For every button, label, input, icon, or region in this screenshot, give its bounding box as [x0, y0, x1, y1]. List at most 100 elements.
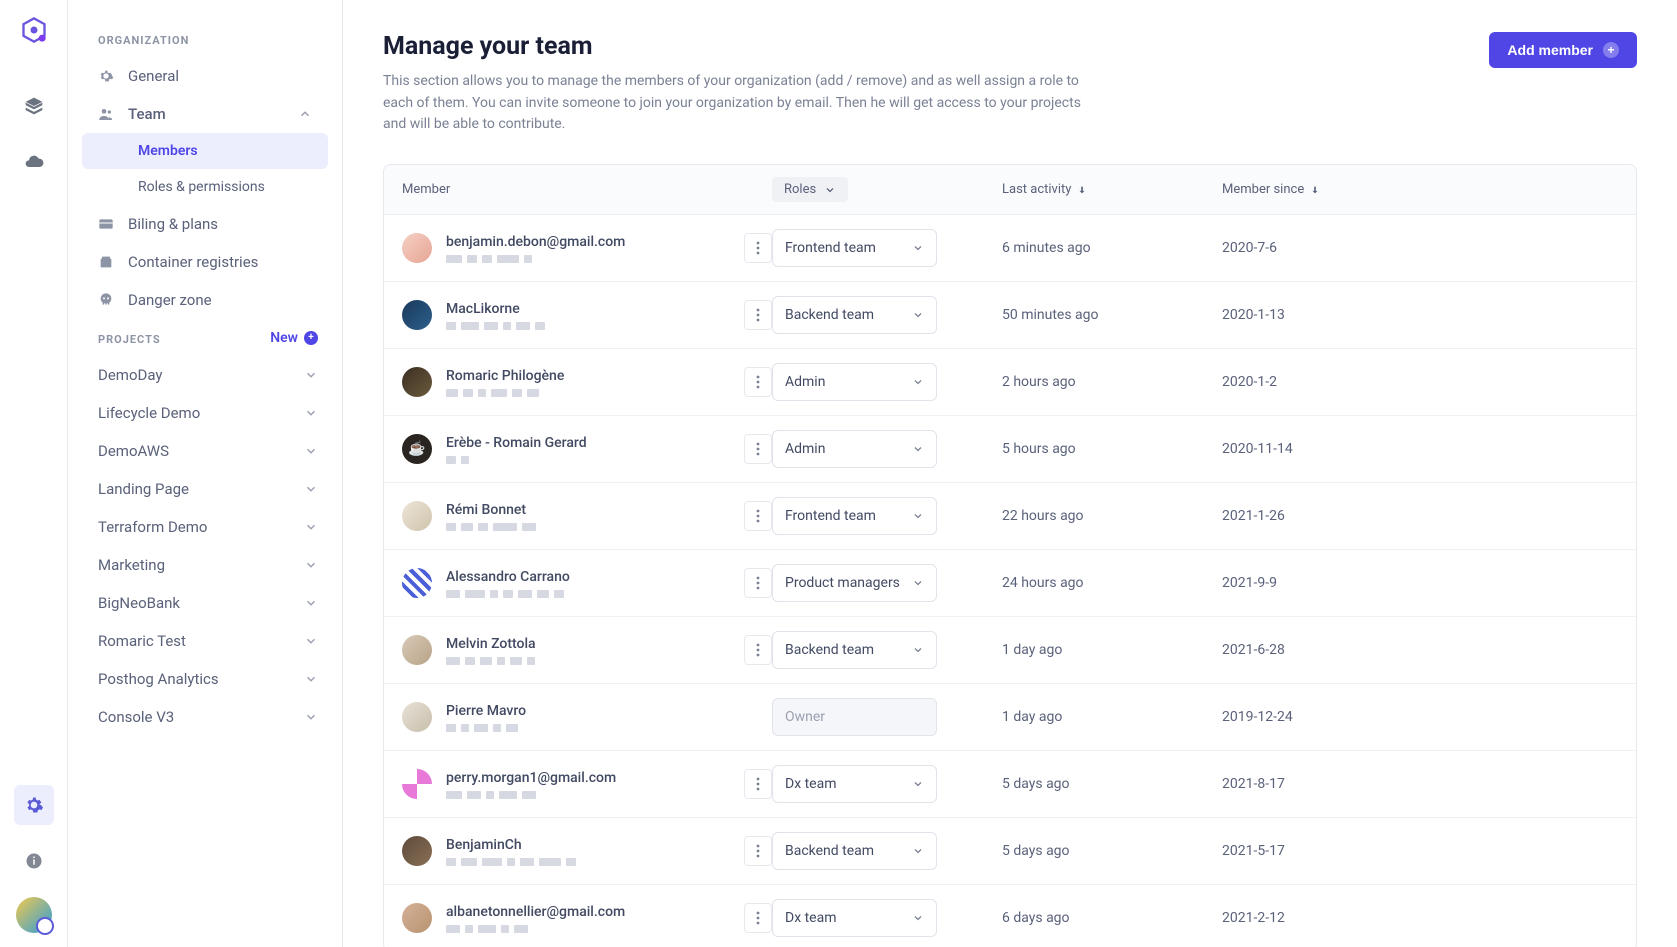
project-item[interactable]: Posthog Analytics [68, 660, 342, 698]
last-activity: 6 days ago [1002, 910, 1222, 926]
role-select[interactable]: Dx team [772, 765, 937, 803]
chevron-down-icon [912, 242, 924, 254]
new-project-button[interactable]: New + [270, 330, 318, 346]
member-actions-button[interactable] [744, 903, 772, 933]
obscured-detail [446, 456, 730, 464]
members-table: Member Roles Last activity Member sinc [383, 164, 1637, 947]
project-item[interactable]: Lifecycle Demo [68, 394, 342, 432]
role-label: Frontend team [785, 508, 876, 524]
last-activity: 2 hours ago [1002, 374, 1222, 390]
arrow-down-icon [1310, 185, 1320, 195]
chevron-down-icon [304, 634, 318, 648]
sidebar-item-billing[interactable]: Biling & plans [68, 205, 342, 243]
page-description: This section allows you to manage the me… [383, 71, 1083, 136]
project-item[interactable]: Marketing [68, 546, 342, 584]
role-label: Frontend team [785, 240, 876, 256]
roles-filter-button[interactable]: Roles [772, 177, 848, 202]
chevron-down-icon [912, 778, 924, 790]
table-row: BenjaminCh Backend team 5 days ago 2021-… [384, 818, 1636, 885]
project-item[interactable]: Romaric Test [68, 622, 342, 660]
layers-icon[interactable] [14, 86, 54, 126]
project-item[interactable]: Terraform Demo [68, 508, 342, 546]
info-icon[interactable] [14, 841, 54, 881]
add-member-button[interactable]: Add member + [1489, 32, 1637, 68]
org-section-title: ORGANIZATION [68, 20, 342, 57]
chevron-down-icon [304, 368, 318, 382]
chevron-down-icon [912, 443, 924, 455]
chevron-down-icon [304, 558, 318, 572]
project-name: BigNeoBank [98, 594, 180, 612]
card-icon [98, 216, 116, 232]
member-actions-button[interactable] [744, 367, 772, 397]
member-name: benjamin.debon@gmail.com [446, 234, 730, 250]
obscured-detail [446, 322, 730, 330]
role-label: Backend team [785, 307, 874, 323]
project-name: Console V3 [98, 708, 174, 726]
last-activity: 5 days ago [1002, 843, 1222, 859]
settings-icon[interactable] [14, 785, 54, 825]
member-avatar: ☕ [402, 434, 432, 464]
role-select[interactable]: Frontend team [772, 497, 937, 535]
chevron-down-icon [912, 510, 924, 522]
member-avatar [402, 568, 432, 598]
sidebar-item-general[interactable]: General [68, 57, 342, 95]
member-actions-button[interactable] [744, 568, 772, 598]
project-item[interactable]: DemoDay [68, 356, 342, 394]
last-activity: 24 hours ago [1002, 575, 1222, 591]
sort-activity[interactable]: Last activity [1002, 182, 1087, 197]
role-owner-badge: Owner [772, 698, 937, 736]
sort-since[interactable]: Member since [1222, 182, 1320, 197]
dots-vertical-icon [756, 509, 760, 523]
new-label: New [270, 330, 298, 346]
obscured-detail [446, 389, 730, 397]
cloud-icon[interactable] [14, 142, 54, 182]
sidebar-subitem-members[interactable]: Members [82, 133, 328, 169]
sidebar-item-label: Danger zone [128, 291, 212, 309]
role-label: Dx team [785, 910, 837, 926]
member-actions-button[interactable] [744, 300, 772, 330]
project-item[interactable]: Console V3 [68, 698, 342, 736]
role-select[interactable]: Dx team [772, 899, 937, 937]
dots-vertical-icon [756, 844, 760, 858]
member-since: 2021-1-26 [1222, 508, 1618, 524]
role-select[interactable]: Admin [772, 430, 937, 468]
role-select[interactable]: Frontend team [772, 229, 937, 267]
role-select[interactable]: Admin [772, 363, 937, 401]
sidebar-item-team[interactable]: Team [68, 95, 342, 133]
people-icon [98, 106, 116, 122]
box-icon [98, 254, 116, 270]
sidebar-item-danger[interactable]: Danger zone [68, 281, 342, 319]
role-select[interactable]: Product managers [772, 564, 937, 602]
member-since: 2019-12-24 [1222, 709, 1618, 725]
member-actions-button[interactable] [744, 501, 772, 531]
obscured-detail [446, 523, 730, 531]
project-item[interactable]: BigNeoBank [68, 584, 342, 622]
role-label: Admin [785, 441, 825, 457]
obscured-detail [446, 858, 730, 866]
sidebar-subitem-roles[interactable]: Roles & permissions [82, 169, 328, 205]
chevron-down-icon [912, 912, 924, 924]
project-item[interactable]: Landing Page [68, 470, 342, 508]
chevron-down-icon [304, 672, 318, 686]
member-actions-button[interactable] [744, 434, 772, 464]
member-actions-button[interactable] [744, 769, 772, 799]
member-since: 2021-5-17 [1222, 843, 1618, 859]
sidebar-item-label: Container registries [128, 253, 258, 271]
sidebar-item-registries[interactable]: Container registries [68, 243, 342, 281]
logo[interactable] [18, 14, 50, 46]
dots-vertical-icon [756, 442, 760, 456]
role-select[interactable]: Backend team [772, 832, 937, 870]
user-avatar[interactable] [16, 897, 52, 933]
last-activity: 22 hours ago [1002, 508, 1222, 524]
chevron-down-icon [304, 710, 318, 724]
last-activity: 6 minutes ago [1002, 240, 1222, 256]
member-actions-button[interactable] [744, 635, 772, 665]
project-item[interactable]: DemoAWS [68, 432, 342, 470]
role-select[interactable]: Backend team [772, 296, 937, 334]
member-actions-button[interactable] [744, 836, 772, 866]
skull-icon [98, 292, 116, 308]
table-row: MacLikorne Backend team 50 minutes ago 2… [384, 282, 1636, 349]
member-actions-button[interactable] [744, 233, 772, 263]
role-select[interactable]: Backend team [772, 631, 937, 669]
dots-vertical-icon [756, 576, 760, 590]
